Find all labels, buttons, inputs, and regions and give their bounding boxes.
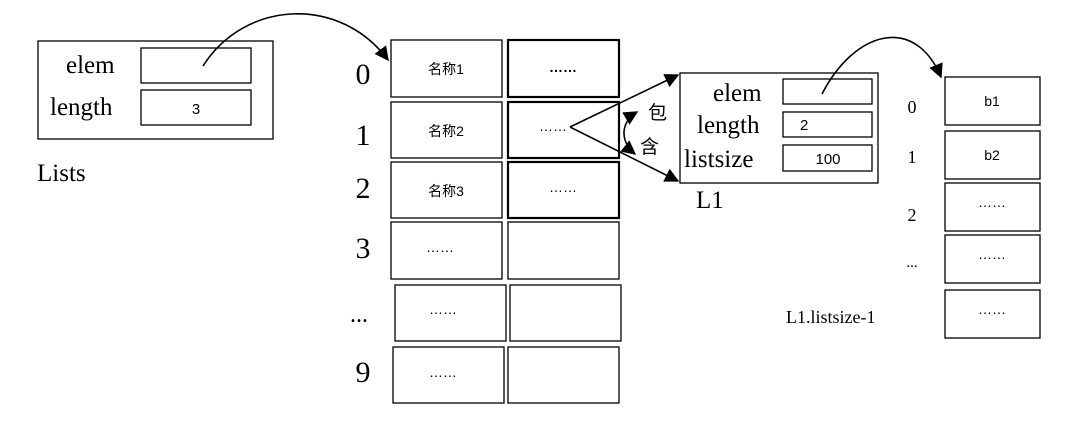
l1-listsize-label: listsize	[684, 146, 753, 173]
l1-array-index: ...	[906, 255, 917, 271]
array-index-3: 3	[356, 232, 371, 265]
contains-annotation: 包 含	[620, 102, 667, 158]
lists-name: Lists	[37, 160, 86, 187]
l1-array-index-last: L1.listsize-1	[786, 307, 875, 327]
l1-array-value: ……	[978, 301, 1006, 317]
l1-name: L1	[696, 187, 724, 214]
array-name-column: 名称1 名称2 名称3 …… …… ……	[390, 39, 507, 404]
array-index-9: 9	[356, 356, 371, 389]
l1-length-value: 2	[800, 117, 808, 134]
lists-length-label: length	[50, 94, 113, 121]
array-name-text: ……	[429, 301, 457, 317]
lists-struct: elem length 3 Lists	[37, 40, 274, 187]
array-name-text: 名称3	[428, 183, 464, 199]
l1-array-value: b1	[984, 93, 1000, 109]
array-name-text: ……	[426, 239, 454, 255]
contains-char-1: 包	[648, 102, 667, 124]
l1-array-index: 2	[908, 205, 917, 225]
array-index-2: 2	[356, 172, 371, 205]
array-pointer-cell	[507, 221, 620, 280]
array-name-text: 名称2	[428, 123, 464, 139]
array-pointer-cell	[507, 346, 620, 404]
lists-elem-label: elem	[66, 52, 115, 79]
array-pointer-text: ……	[549, 59, 577, 75]
array-pointer-text: ……	[549, 179, 577, 195]
l1-array-value: ……	[978, 194, 1006, 210]
array-index-1: 1	[356, 119, 371, 152]
lists-elem-field	[140, 47, 252, 84]
list-structure-diagram: elem length 3 Lists 0 1 2 3 ... 9 名称1 名称…	[37, 13, 1041, 404]
l1-struct: elem length 2 listsize 100 L1	[679, 72, 879, 214]
l1-array-index: 0	[908, 97, 917, 117]
array-index-0: 0	[356, 58, 371, 91]
array-name-text: ……	[429, 364, 457, 380]
array-pointer-column: …… …… ……	[506, 38, 622, 404]
array-indices: 0 1 2 3 ... 9	[350, 58, 371, 389]
l1-array-value: b2	[984, 147, 1000, 163]
array-pointer-text: ……	[539, 118, 567, 134]
l1-listsize-value: 100	[815, 151, 840, 168]
array-pointer-cell	[509, 284, 622, 342]
l1-array-index: 1	[908, 147, 917, 167]
l1-array-value: ……	[978, 246, 1006, 262]
l1-length-label: length	[697, 112, 760, 139]
array-name-text: 名称1	[428, 61, 464, 77]
array-index-ellipsis: ...	[350, 302, 368, 328]
contains-curve-arrow	[620, 111, 639, 155]
l1-elem-label: elem	[713, 80, 762, 107]
lists-length-value: 3	[192, 101, 200, 118]
l1-length-field	[782, 111, 873, 138]
contains-char-2: 含	[640, 136, 659, 158]
